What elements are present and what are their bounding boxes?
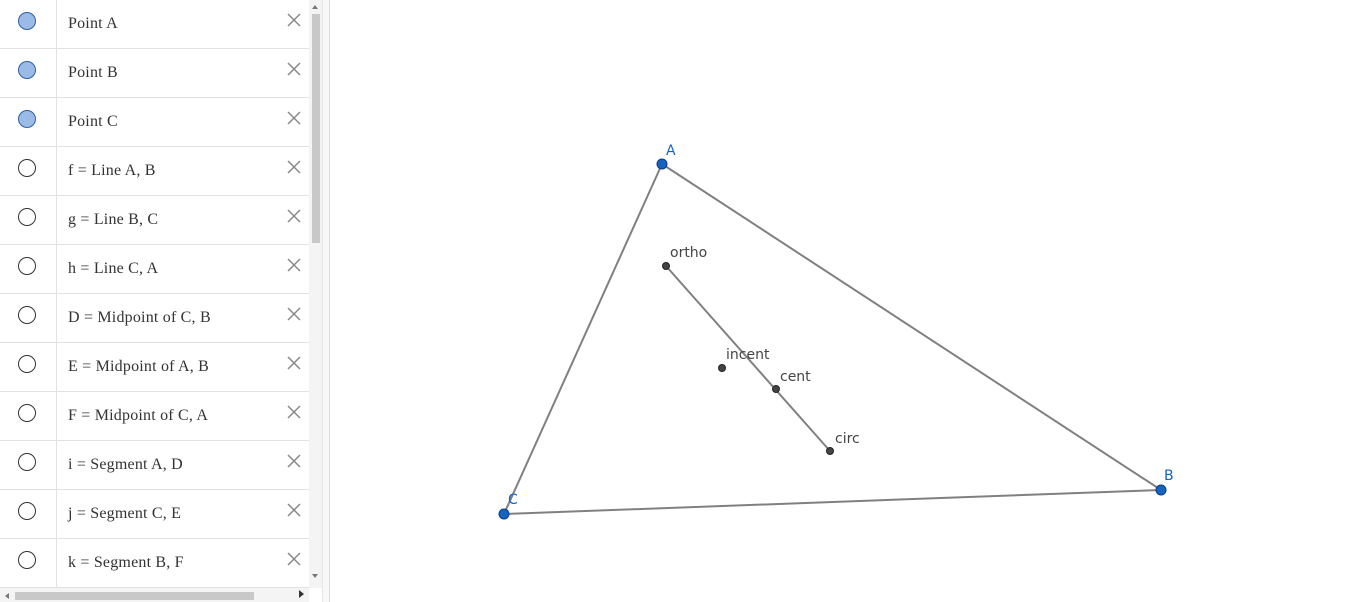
label-ortho: ortho [670, 245, 707, 261]
scroll-up-icon[interactable] [312, 5, 318, 9]
close-icon[interactable] [284, 108, 304, 128]
close-icon[interactable] [284, 353, 304, 373]
label-circ: circ [835, 431, 860, 447]
algebra-row-point-a[interactable]: Point A [0, 0, 309, 49]
segment-b-c[interactable] [503, 489, 1162, 515]
algebra-row-text[interactable]: D = Midpoint of C, B [68, 309, 211, 327]
marble-icon [18, 208, 36, 226]
segment-a-b[interactable] [661, 163, 1162, 491]
point-b[interactable] [1155, 484, 1167, 496]
close-icon[interactable] [284, 59, 304, 79]
close-icon[interactable] [284, 451, 304, 471]
vertical-scroll-thumb[interactable] [312, 14, 320, 243]
graphics-view[interactable]: A B C ortho incent cent circ [330, 0, 1348, 602]
marble-icon [18, 355, 36, 373]
marble-icon [18, 502, 36, 520]
point-circ[interactable] [826, 447, 834, 455]
point-cent[interactable] [772, 385, 780, 393]
visibility-toggle[interactable] [0, 294, 57, 342]
algebra-row-text[interactable]: j = Segment C, E [68, 505, 181, 523]
label-incent: incent [726, 347, 770, 363]
scroll-right-icon[interactable] [299, 590, 304, 598]
algebra-row-text[interactable]: F = Midpoint of C, A [68, 407, 208, 425]
marble-icon [18, 306, 36, 324]
segment-c-a[interactable] [503, 163, 663, 515]
marble-icon [18, 61, 36, 79]
marble-icon [18, 453, 36, 471]
visibility-toggle[interactable] [0, 490, 57, 538]
point-c[interactable] [498, 508, 510, 520]
vertical-scrollbar[interactable] [309, 0, 322, 588]
algebra-row-point-c[interactable]: Point C [0, 98, 309, 147]
label-b: B [1164, 468, 1174, 484]
marble-icon [18, 257, 36, 275]
close-icon[interactable] [284, 549, 304, 569]
close-icon[interactable] [284, 500, 304, 520]
algebra-row-text[interactable]: f = Line A, B [68, 162, 156, 180]
visibility-toggle[interactable] [0, 392, 57, 440]
scroll-left-icon[interactable] [5, 593, 9, 599]
algebra-row-line-f[interactable]: f = Line A, B [0, 147, 309, 196]
algebra-row-text[interactable]: Point C [68, 113, 118, 131]
point-incent[interactable] [718, 364, 726, 372]
panel-divider[interactable] [322, 0, 330, 602]
visibility-toggle[interactable] [0, 245, 57, 293]
algebra-row-midpoint-f[interactable]: F = Midpoint of C, A [0, 392, 309, 441]
visibility-toggle[interactable] [0, 441, 57, 489]
algebra-row-segment-j[interactable]: j = Segment C, E [0, 490, 309, 539]
geogebra-app: Point A Point B Point C f = Line A, B g … [0, 0, 1348, 602]
algebra-row-segment-i[interactable]: i = Segment A, D [0, 441, 309, 490]
algebra-row-text[interactable]: h = Line C, A [68, 260, 158, 278]
marble-icon [18, 12, 36, 30]
graphics-canvas[interactable]: A B C ortho incent cent circ [330, 0, 1348, 602]
close-icon[interactable] [284, 402, 304, 422]
label-cent: cent [780, 369, 811, 385]
visibility-toggle[interactable] [0, 0, 57, 48]
algebra-row-text[interactable]: i = Segment A, D [68, 456, 183, 474]
visibility-toggle[interactable] [0, 196, 57, 244]
visibility-toggle[interactable] [0, 343, 57, 391]
marble-icon [18, 159, 36, 177]
point-a[interactable] [656, 158, 668, 170]
horizontal-scroll-thumb[interactable] [15, 592, 254, 600]
visibility-toggle[interactable] [0, 49, 57, 97]
algebra-row-text[interactable]: Point A [68, 15, 118, 33]
algebra-row-text[interactable]: k = Segment B, F [68, 554, 184, 572]
close-icon[interactable] [284, 10, 304, 30]
algebra-row-point-b[interactable]: Point B [0, 49, 309, 98]
marble-icon [18, 404, 36, 422]
close-icon[interactable] [284, 206, 304, 226]
visibility-toggle[interactable] [0, 98, 57, 146]
marble-icon [18, 110, 36, 128]
visibility-toggle[interactable] [0, 539, 57, 587]
algebra-row-text[interactable]: E = Midpoint of A, B [68, 358, 209, 376]
label-a: A [666, 143, 676, 159]
algebra-row-line-g[interactable]: g = Line B, C [0, 196, 309, 245]
point-ortho[interactable] [662, 262, 670, 270]
close-icon[interactable] [284, 304, 304, 324]
algebra-row-midpoint-e[interactable]: E = Midpoint of A, B [0, 343, 309, 392]
label-c: C [508, 492, 518, 508]
algebra-view: Point A Point B Point C f = Line A, B g … [0, 0, 322, 602]
algebra-row-text[interactable]: Point B [68, 64, 118, 82]
horizontal-scrollbar[interactable] [0, 588, 309, 602]
marble-icon [18, 551, 36, 569]
algebra-list: Point A Point B Point C f = Line A, B g … [0, 0, 309, 588]
algebra-row-line-h[interactable]: h = Line C, A [0, 245, 309, 294]
algebra-row-segment-k[interactable]: k = Segment B, F [0, 539, 309, 588]
algebra-row-text[interactable]: g = Line B, C [68, 211, 158, 229]
close-icon[interactable] [284, 255, 304, 275]
close-icon[interactable] [284, 157, 304, 177]
algebra-row-midpoint-d[interactable]: D = Midpoint of C, B [0, 294, 309, 343]
scroll-down-icon[interactable] [312, 574, 318, 578]
visibility-toggle[interactable] [0, 147, 57, 195]
